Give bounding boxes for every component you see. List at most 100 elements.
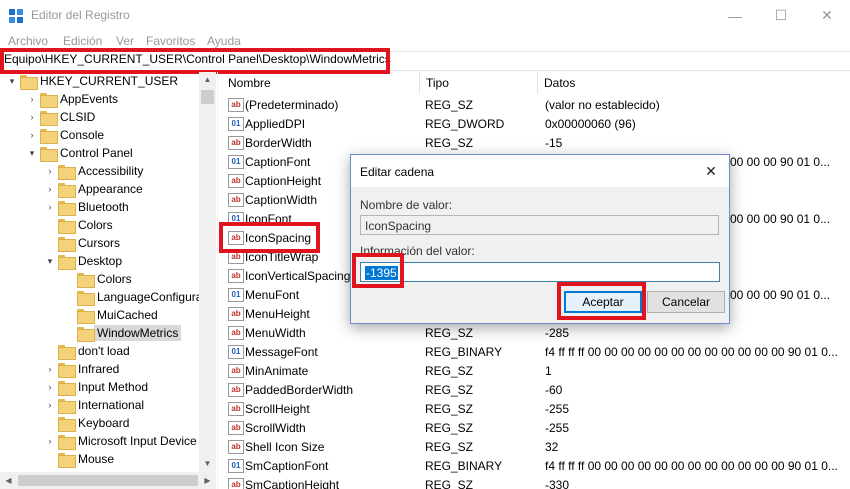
chevron-right-icon[interactable]: › [44,364,56,374]
tree-item[interactable]: › Appearance [44,180,143,198]
value-row[interactable]: ab Shell Icon Size REG_SZ 32 [220,438,850,457]
folder-icon [58,362,76,378]
tree-item-label: AppEvents [60,92,119,106]
scroll-up-icon[interactable]: ▲ [199,75,216,84]
tree-item[interactable]: › Infrared [44,360,119,378]
folder-icon [58,416,76,432]
maximize-button[interactable]: ☐ [758,0,804,31]
tree-item[interactable]: › Console [26,126,104,144]
menu-favoritos[interactable]: Favoritos [146,34,195,48]
close-button[interactable]: ✕ [804,0,850,31]
string-value-icon: ab [228,269,244,283]
menu-archivo[interactable]: Archivo [8,34,48,48]
column-name-header[interactable]: Nombre [222,72,420,94]
menu-ayuda[interactable]: Ayuda [207,34,241,48]
tree-item[interactable]: Cursors [44,234,120,252]
value-row[interactable]: ab MinAnimate REG_SZ 1 [220,362,850,381]
value-row[interactable]: ab PaddedBorderWidth REG_SZ -60 [220,381,850,400]
folder-icon [77,326,95,342]
tree-item-label: HKEY_CURRENT_USER [40,74,179,88]
ok-button[interactable]: Aceptar [564,291,642,313]
maximize-icon: ☐ [774,7,788,23]
minimize-button[interactable]: — [712,0,758,31]
chevron-right-icon[interactable]: › [26,130,38,140]
chevron-right-icon[interactable]: › [44,202,56,212]
value-row[interactable]: ab ScrollHeight REG_SZ -255 [220,400,850,419]
value-row[interactable]: 01 MessageFont REG_BINARY f4 ff ff ff 00 00… [220,343,850,362]
value-name: BorderWidth [245,136,312,150]
menu-bar: Archivo Edición Ver Favoritos Ayuda [0,31,850,51]
string-value-icon: ab [228,383,244,397]
chevron-right-icon[interactable]: › [44,166,56,176]
chevron-down-icon[interactable]: ▾ [26,148,38,159]
chevron-down-icon[interactable]: ▾ [6,76,18,87]
value-name: SmCaptionFont [245,459,329,473]
tree-item-label: Colors [97,272,132,286]
value-row[interactable]: ab MenuWidth REG_SZ -285 [220,324,850,343]
tree-item[interactable]: MuiCached [63,306,158,324]
tree-item[interactable]: › Input Method [44,378,148,396]
address-path[interactable]: Equipo\HKEY_CURRENT_USER\Control Panel\D… [4,52,391,66]
value-data: -330 [545,478,570,489]
tree-item[interactable]: › AppEvents [26,90,118,108]
chevron-right-icon[interactable]: › [44,382,56,392]
string-value-icon: ab [228,174,244,188]
value-name: IconVerticalSpacing [245,269,351,283]
value-name: CaptionHeight [245,174,322,188]
tree-item[interactable]: › CLSID [26,108,95,126]
binary-value-icon: 01 [228,345,244,359]
tree-item[interactable]: Colors [63,270,132,288]
value-row[interactable]: 01 SmCaptionFont REG_BINARY f4 ff ff ff 00 … [220,457,850,476]
tree-item-label: Appearance [78,182,143,196]
chevron-right-icon[interactable]: › [26,112,38,122]
column-data-header[interactable]: Datos [538,72,850,94]
menu-edicion[interactable]: Edición [63,34,102,48]
tree-item[interactable]: Keyboard [44,414,129,432]
chevron-right-icon[interactable]: › [44,184,56,194]
tree-item[interactable]: › Accessibility [44,162,143,180]
folder-icon [58,200,76,216]
scroll-left-icon[interactable]: ◀ [0,476,17,485]
value-row[interactable]: 01 AppliedDPI REG_DWORD 0x00000060 (96) [220,115,850,134]
value-row[interactable]: ab ScrollWidth REG_SZ -255 [220,419,850,438]
tree-item[interactable]: Colors [44,216,113,234]
tree-vertical-scrollbar[interactable] [199,72,216,472]
value-data: f4 ff ff ff 00 00 00 00 00 00 00 00 00 0… [545,459,838,473]
scroll-down-icon[interactable]: ▼ [199,459,216,468]
value-data-input[interactable]: -1395 [360,262,720,282]
value-type: REG_BINARY [425,459,503,473]
scroll-right-icon[interactable]: ▶ [199,476,216,485]
dialog-close-icon[interactable]: ✕ [697,159,725,183]
value-type: REG_SZ [425,440,474,454]
chevron-right-icon[interactable]: › [44,436,56,446]
chevron-down-icon[interactable]: ▾ [44,256,56,267]
tree-item[interactable]: › Bluetooth [44,198,129,216]
tree-item[interactable]: LanguageConfigura [63,288,202,306]
chevron-right-icon[interactable]: › [44,400,56,410]
tree-item[interactable]: ▾ HKEY_CURRENT_USER [6,72,178,90]
string-value-icon: ab [228,402,244,416]
value-row[interactable]: ab (Predeterminado) REG_SZ (valor no establ… [220,96,850,115]
tree-item[interactable]: › Microsoft Input Device [44,432,197,450]
tree-item[interactable]: ▾ Desktop [44,252,122,270]
tree-item[interactable]: › International [44,396,144,414]
folder-icon [58,236,76,252]
tree-item[interactable]: don't load [44,342,130,360]
tree-item[interactable]: Mouse [44,450,114,468]
tree-hscroll-thumb[interactable] [18,475,198,486]
value-data: 1 [545,364,552,378]
value-name: IconSpacing [245,231,312,245]
tree-scroll-thumb[interactable] [201,90,214,104]
menu-ver[interactable]: Ver [116,34,134,48]
column-type-header[interactable]: Tipo [420,72,538,94]
cancel-button[interactable]: Cancelar [647,291,725,313]
window-title: Editor del Registro [31,8,130,22]
tree-item-label: Input Method [78,380,149,394]
value-row[interactable]: ab BorderWidth REG_SZ -15 [220,134,850,153]
value-type: REG_SZ [425,383,474,397]
chevron-right-icon[interactable]: › [26,94,38,104]
value-data-label: Información del valor: [360,244,475,258]
tree-item[interactable]: WindowMetrics [63,324,182,342]
value-row[interactable]: ab SmCaptionHeight REG_SZ -330 [220,476,850,489]
tree-item[interactable]: ▾ Control Panel [26,144,133,162]
